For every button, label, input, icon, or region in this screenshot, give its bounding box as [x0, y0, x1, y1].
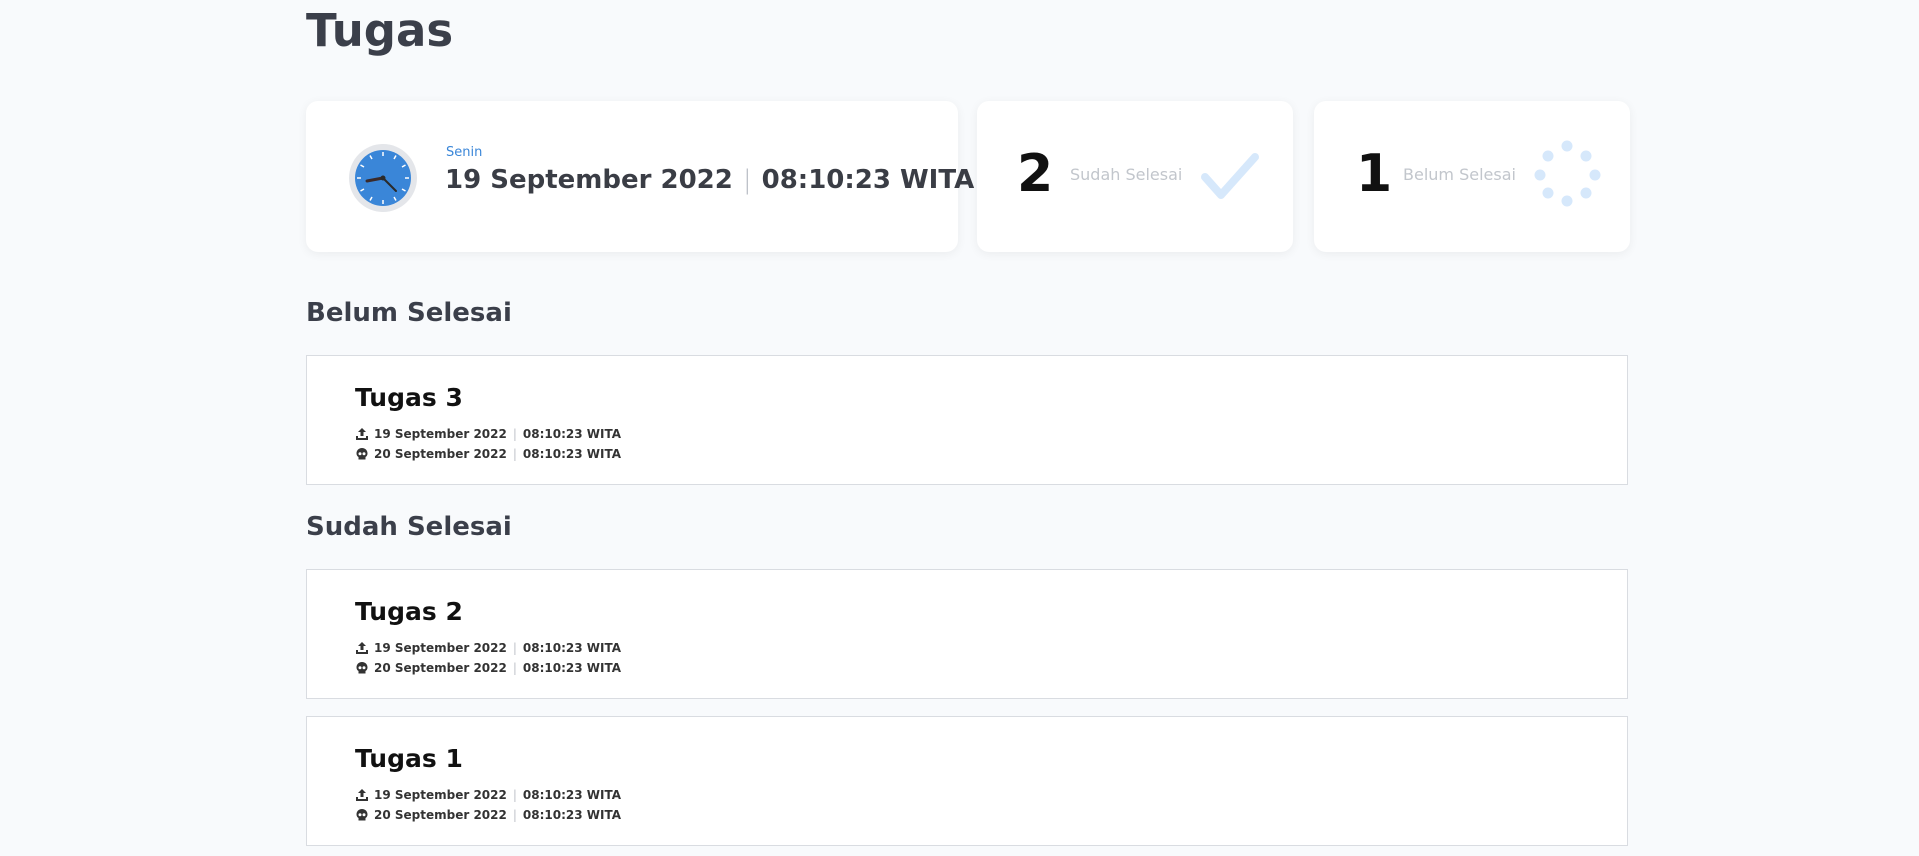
- upload-time: 08:10:23 WITA: [522, 788, 622, 802]
- task-card[interactable]: Tugas 1 19 September 2022 | 08:10:23 WITA …: [306, 716, 1628, 846]
- deadline-date: 20 September 2022: [374, 808, 507, 822]
- task-title: Tugas 2: [355, 597, 463, 626]
- task-deadline-line: 20 September 2022 | 08:10:23 WITA: [355, 661, 621, 675]
- pending-label: Belum Selesai: [1403, 165, 1516, 184]
- current-date: 19 September 2022: [445, 165, 733, 195]
- task-deadline-line: 20 September 2022 | 08:10:23 WITA: [355, 808, 621, 822]
- check-icon: [1201, 153, 1259, 199]
- upload-time: 08:10:23 WITA: [522, 641, 622, 655]
- skull-icon: [356, 809, 368, 821]
- deadline-time: 08:10:23 WITA: [522, 661, 622, 675]
- divider: |: [742, 165, 752, 195]
- deadline-time: 08:10:23 WITA: [522, 808, 622, 822]
- task-upload-line: 19 September 2022 | 08:10:23 WITA: [355, 788, 621, 802]
- clock-icon: [349, 144, 417, 212]
- day-label: Senin: [446, 145, 483, 160]
- task-card[interactable]: Tugas 3 19 September 2022 | 08:10:23 WITA …: [306, 355, 1628, 485]
- task-upload-line: 19 September 2022 | 08:10:23 WITA: [355, 641, 621, 655]
- pending-section-title: Belum Selesai: [306, 298, 512, 328]
- done-stat-card: 2 Sudah Selesai: [977, 101, 1293, 252]
- task-card[interactable]: Tugas 2 19 September 2022 | 08:10:23 WITA …: [306, 569, 1628, 699]
- date-time-card: Senin 19 September 2022 | 08:10:23 WITA: [306, 101, 974, 252]
- done-label: Sudah Selesai: [1070, 165, 1183, 184]
- deadline-date: 20 September 2022: [374, 447, 507, 461]
- page-title: Tugas: [306, 4, 454, 57]
- upload-icon: [356, 428, 368, 440]
- upload-date: 19 September 2022: [374, 641, 507, 655]
- current-time: 08:10:23 WITA: [761, 165, 975, 195]
- skull-icon: [356, 662, 368, 674]
- upload-date: 19 September 2022: [374, 427, 507, 441]
- deadline-date: 20 September 2022: [374, 661, 507, 675]
- task-title: Tugas 3: [355, 383, 463, 412]
- task-title: Tugas 1: [355, 744, 463, 773]
- task-deadline-line: 20 September 2022 | 08:10:23 WITA: [355, 447, 621, 461]
- pending-stat-card: 1 Belum Selesai: [1314, 101, 1630, 252]
- current-datetime: 19 September 2022 | 08:10:23 WITA: [445, 165, 974, 195]
- upload-icon: [356, 642, 368, 654]
- upload-icon: [356, 789, 368, 801]
- upload-date: 19 September 2022: [374, 788, 507, 802]
- upload-time: 08:10:23 WITA: [522, 427, 622, 441]
- skull-icon: [356, 448, 368, 460]
- deadline-time: 08:10:23 WITA: [522, 447, 622, 461]
- task-upload-line: 19 September 2022 | 08:10:23 WITA: [355, 427, 621, 441]
- pending-count: 1: [1356, 144, 1393, 204]
- loading-dots-icon: [1534, 140, 1601, 207]
- done-section-title: Sudah Selesai: [306, 512, 512, 542]
- done-count: 2: [1017, 144, 1054, 204]
